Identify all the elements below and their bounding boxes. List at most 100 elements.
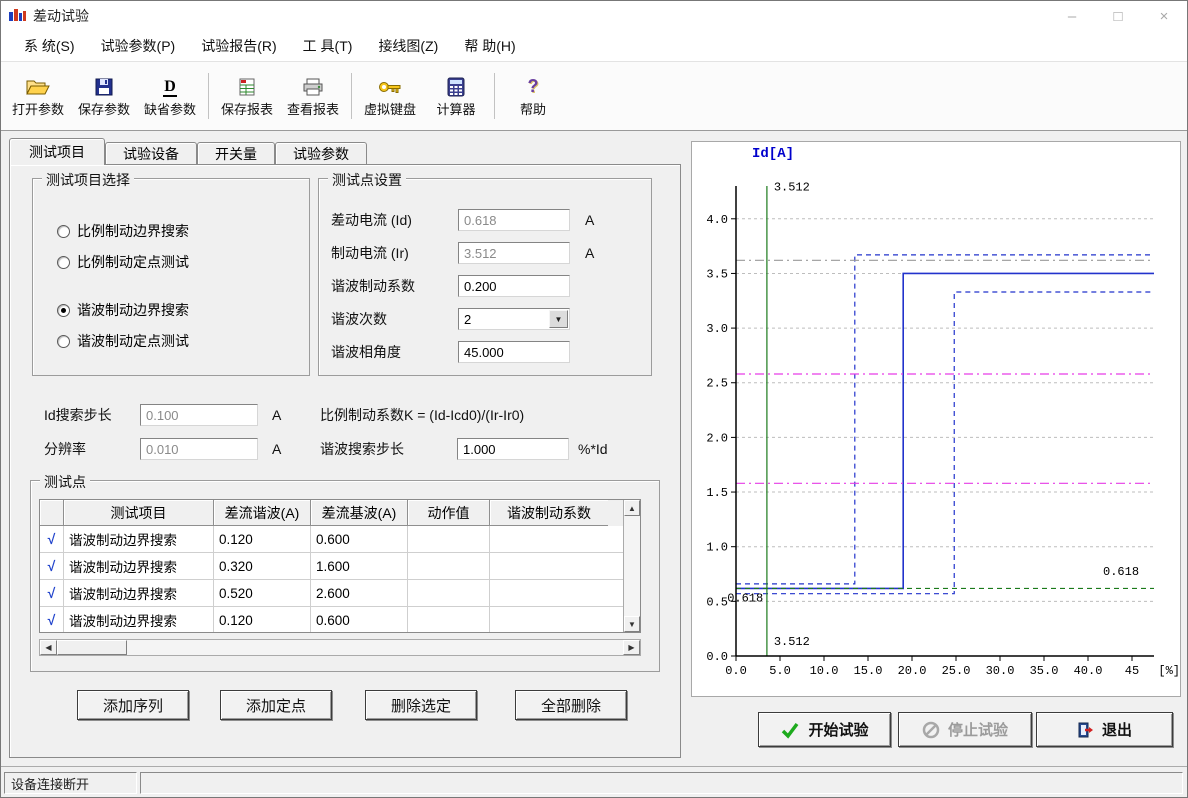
tab-test-items[interactable]: 测试项目 xyxy=(9,138,105,165)
table-row[interactable]: √ 谐波制动边界搜索 0.120 0.600 xyxy=(40,526,640,553)
test-items-tab-page: 测试项目选择 比例制动边界搜索 比例制动定点测试 谐波制动边界搜索 谐波制动定点… xyxy=(9,164,681,758)
unit-label: A xyxy=(585,209,594,231)
harmonic-order-select[interactable]: 2 ▼ xyxy=(458,308,570,330)
radio-proportional-boundary-search[interactable]: 比例制动边界搜索 xyxy=(57,222,189,240)
scroll-up-button[interactable]: ▲ xyxy=(624,500,640,516)
dropdown-button[interactable]: ▼ xyxy=(549,310,568,328)
menu-test-report[interactable]: 试验报告(R) xyxy=(188,36,289,56)
menu-tools[interactable]: 工 具(T) xyxy=(290,36,366,56)
test-points-table: 测试项目 差流谐波(A) 差流基波(A) 动作值 谐波制动系数 √ 谐波制动边界… xyxy=(39,499,641,633)
field-label-harmonic-order: 谐波次数 xyxy=(331,308,387,330)
toolbar-separator xyxy=(494,73,495,119)
table-row[interactable]: √ 谐波制动边界搜索 0.120 0.600 xyxy=(40,607,640,633)
field-label-resolution: 分辨率 xyxy=(44,438,86,460)
stop-test-button: 停止试验 xyxy=(898,712,1032,747)
minimize-button[interactable]: – xyxy=(1049,1,1095,31)
table-row[interactable]: √ 谐波制动边界搜索 0.520 2.600 xyxy=(40,580,640,607)
svg-text:35.0: 35.0 xyxy=(1030,664,1059,678)
maximize-button[interactable]: □ xyxy=(1095,1,1141,31)
svg-text:3.512: 3.512 xyxy=(774,635,810,649)
field-label-harmonic-search-step: 谐波搜索步长 xyxy=(320,438,404,460)
menu-test-params[interactable]: 试验参数(P) xyxy=(88,36,189,56)
app-icon xyxy=(9,9,27,23)
toolbar-separator xyxy=(351,73,352,119)
restraint-current-input: 3.512 xyxy=(458,242,570,264)
app-window: 差动试验 – □ × 系 统(S) 试验参数(P) 试验报告(R) 工 具(T)… xyxy=(0,0,1188,798)
harmonic-restraint-coefficient-input[interactable]: 0.200 xyxy=(458,275,570,297)
delete-selected-button[interactable]: 删除选定 xyxy=(365,690,477,720)
svg-text:3.512: 3.512 xyxy=(774,180,810,194)
calculator-button[interactable]: 计算器 xyxy=(423,66,489,126)
default-params-button[interactable]: D 缺省参数 xyxy=(137,66,203,126)
horizontal-scrollbar[interactable]: ◀ ▶ xyxy=(39,639,641,656)
svg-text:30.0: 30.0 xyxy=(986,664,1015,678)
harmonic-phase-angle-input[interactable]: 45.000 xyxy=(458,341,570,363)
save-report-icon xyxy=(237,75,257,97)
svg-text:0.618: 0.618 xyxy=(727,591,763,605)
radio-icon xyxy=(57,256,70,269)
add-sequence-button[interactable]: 添加序列 xyxy=(77,690,189,720)
view-report-button[interactable]: 查看报表 xyxy=(280,66,346,126)
header-diff-fundamental: 差流基波(A) xyxy=(311,500,408,526)
svg-text:3.5: 3.5 xyxy=(706,267,728,281)
add-fixed-point-button[interactable]: 添加定点 xyxy=(220,690,332,720)
scrollbar-thumb[interactable] xyxy=(57,640,127,655)
menu-help[interactable]: 帮 助(H) xyxy=(451,36,528,56)
close-button[interactable]: × xyxy=(1141,1,1187,31)
virtual-keyboard-button[interactable]: 虚拟键盘 xyxy=(357,66,423,126)
menu-system[interactable]: 系 统(S) xyxy=(11,36,88,56)
test-point-settings-group: 测试点设置 差动电流 (Id) 0.618 A 制动电流 (Ir) 3.512 … xyxy=(318,178,652,376)
svg-text:0.5: 0.5 xyxy=(706,595,728,609)
differential-current-input: 0.618 xyxy=(458,209,570,231)
svg-text:1.5: 1.5 xyxy=(706,486,728,500)
header-check-column xyxy=(40,500,64,526)
scroll-down-button[interactable]: ▼ xyxy=(624,616,640,632)
field-label-restraint-current: 制动电流 (Ir) xyxy=(331,242,409,264)
window-title: 差动试验 xyxy=(33,6,89,26)
row-check-icon: √ xyxy=(48,531,56,547)
tab-test-params[interactable]: 试验参数 xyxy=(275,142,367,164)
header-test-item: 测试项目 xyxy=(64,500,214,526)
scroll-left-button[interactable]: ◀ xyxy=(40,640,57,655)
chevron-down-icon: ▼ xyxy=(555,315,563,324)
menu-wiring-diagram[interactable]: 接线图(Z) xyxy=(365,36,451,56)
scroll-right-button[interactable]: ▶ xyxy=(623,640,640,655)
save-report-button[interactable]: 保存报表 xyxy=(214,66,280,126)
svg-text:5.0: 5.0 xyxy=(769,664,791,678)
radio-harmonic-fixed-point-test[interactable]: 谐波制动定点测试 xyxy=(57,332,189,350)
harmonic-order-value: 2 xyxy=(464,312,471,327)
start-test-button[interactable]: 开始试验 xyxy=(758,712,891,747)
toolbar-separator xyxy=(208,73,209,119)
stop-circle-icon xyxy=(922,721,940,739)
save-params-button[interactable]: 保存参数 xyxy=(71,66,137,126)
unit-label: A xyxy=(272,404,281,426)
ratio-coefficient-formula: 比例制动系数K = (Id-Icd0)/(Ir-Ir0) xyxy=(320,404,524,426)
row-check-icon: √ xyxy=(48,612,56,628)
chart-y-axis-label: Id[A] xyxy=(752,146,794,162)
svg-text:2.5: 2.5 xyxy=(706,377,728,391)
help-button[interactable]: ? 帮助 xyxy=(500,66,566,126)
row-check-icon: √ xyxy=(48,558,56,574)
chart-panel: Id[A] 0.00.51.01.52.02.53.03.54.00.05.01… xyxy=(691,141,1181,697)
key-icon xyxy=(378,75,402,97)
open-params-button[interactable]: 打开参数 xyxy=(5,66,71,126)
radio-icon xyxy=(57,225,70,238)
floppy-disk-icon xyxy=(94,75,114,97)
harmonic-search-step-input[interactable]: 1.000 xyxy=(457,438,569,460)
vertical-scrollbar[interactable]: ▲ ▼ xyxy=(623,500,640,632)
exit-button[interactable]: 退出 xyxy=(1036,712,1173,747)
table-row[interactable]: √ 谐波制动边界搜索 0.320 1.600 xyxy=(40,553,640,580)
svg-text:4.0: 4.0 xyxy=(706,213,728,227)
group-title: 测试项目选择 xyxy=(42,170,134,190)
exit-door-icon xyxy=(1077,721,1094,739)
delete-all-button[interactable]: 全部删除 xyxy=(515,690,627,720)
tab-test-equipment[interactable]: 试验设备 xyxy=(105,142,197,164)
connection-status: 设备连接断开 xyxy=(4,772,137,794)
test-points-group: 测试点 测试项目 差流谐波(A) 差流基波(A) 动作值 谐波制动系数 √ 谐波… xyxy=(30,480,660,672)
radio-harmonic-boundary-search[interactable]: 谐波制动边界搜索 xyxy=(57,301,189,319)
status-cell-empty xyxy=(140,772,1183,794)
radio-proportional-fixed-point-test[interactable]: 比例制动定点测试 xyxy=(57,253,189,271)
svg-text:40.0: 40.0 xyxy=(1074,664,1103,678)
svg-text:1.0: 1.0 xyxy=(706,541,728,555)
tab-switch-quantity[interactable]: 开关量 xyxy=(197,142,275,164)
